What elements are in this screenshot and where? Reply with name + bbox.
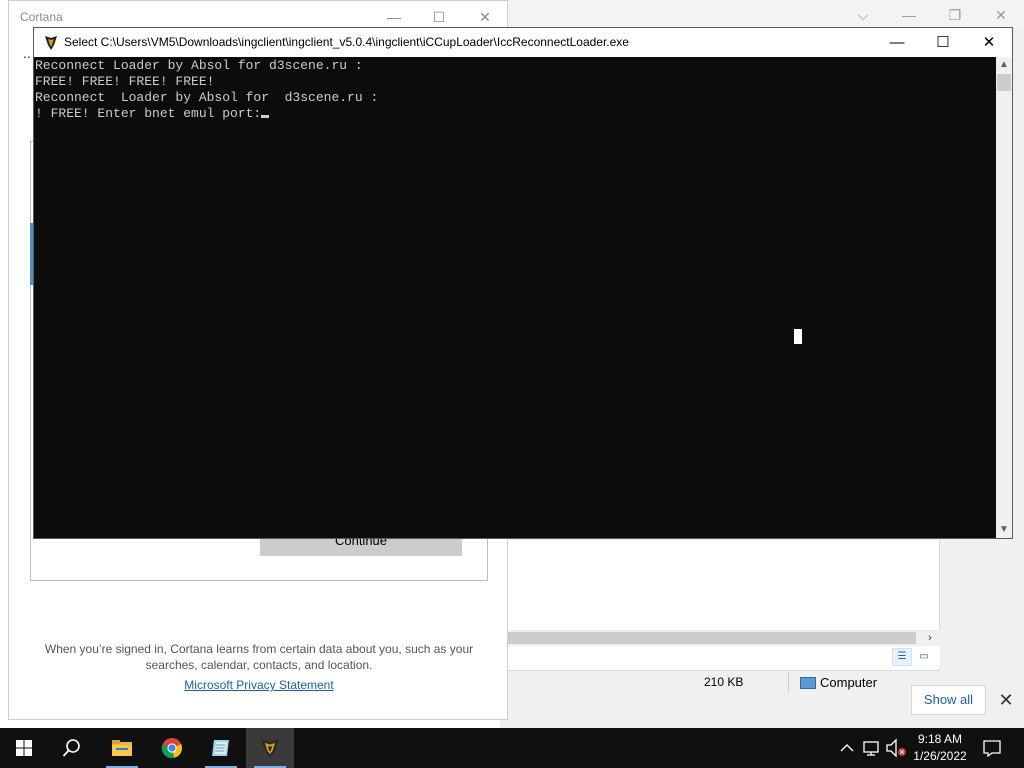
background-titlebar: ⌵ — ❐ ✕ [500,0,1024,30]
maximize-button[interactable]: ☐ [920,30,966,56]
taskbar: 9:18 AM 1/26/2022 [0,728,1024,768]
console-output[interactable]: Reconnect Loader by Absol for d3scene.ru… [34,57,996,538]
text-cursor [261,115,270,118]
cortana-more-icon[interactable]: .. [23,45,31,61]
tray-overflow-icon[interactable] [836,728,858,768]
scroll-up-icon[interactable]: ▲ [996,57,1012,73]
iccup-loader-icon [261,739,279,758]
horizontal-scrollbar[interactable]: › [508,630,940,646]
console-line: Reconnect Loader by Absol for d3scene.ru… [35,58,363,73]
console-window[interactable]: Select C:\Users\VM5\Downloads\ingclient\… [33,27,1013,539]
scroll-right-icon[interactable]: › [922,630,938,646]
mouse-block-cursor [794,329,802,344]
search-icon [62,739,80,757]
status-zone-label: Computer [820,675,878,690]
details-view-icon[interactable]: ☰ [892,648,912,666]
large-icons-view-icon[interactable]: ▭ [914,648,934,666]
taskbar-iccup-loader[interactable] [246,728,294,768]
status-zone: Computer [800,675,877,690]
loader-app-icon [45,36,57,50]
scrollbar-thumb[interactable] [997,74,1011,91]
volume-muted-icon[interactable] [884,728,908,768]
console-titlebar[interactable]: Select C:\Users\VM5\Downloads\ingclient\… [34,28,1012,57]
taskbar-chrome[interactable] [148,728,196,768]
chevron-down-icon[interactable]: ⌵ [840,3,886,27]
console-line-prompt: ! FREE! Enter bnet emul port: [35,106,378,122]
cortana-info-text: When you’re signed in, Cortana learns fr… [44,642,474,672]
windows-logo-icon [16,740,32,756]
minimize-button[interactable]: — [886,3,932,27]
scrollbar-thumb[interactable] [508,632,916,644]
console-title: Select C:\Users\VM5\Downloads\ingclient\… [64,35,629,49]
chrome-icon [161,738,183,759]
restore-button[interactable]: ❐ [932,3,978,27]
console-text: Reconnect Loader by Absol for d3scene.ru… [35,58,378,122]
computer-icon [800,677,816,689]
taskbar-file-explorer[interactable] [98,728,146,768]
close-button[interactable]: ✕ [966,30,1012,56]
search-button[interactable] [48,728,96,768]
cortana-title: Cortana [20,10,63,24]
clock-time: 9:18 AM [917,732,963,746]
minimize-button[interactable]: — [371,5,417,29]
action-center-icon[interactable] [980,728,1004,768]
speaker-glyph [886,738,906,758]
notepad-icon [212,740,229,756]
chevron-up-icon [840,744,854,752]
show-all-button[interactable]: Show all [911,685,986,715]
status-file-size: 210 KB [704,675,744,689]
privacy-statement-link[interactable]: Microsoft Privacy Statement [39,678,479,692]
close-button[interactable]: ✕ [462,5,508,29]
close-icon[interactable]: ✕ [996,688,1016,712]
taskbar-clock[interactable]: 9:18 AM 1/26/2022 [908,731,972,765]
folder-icon [112,740,132,756]
maximize-button[interactable]: ☐ [416,5,462,29]
minimize-button[interactable]: — [874,30,920,56]
network-icon[interactable] [860,728,884,768]
close-button[interactable]: ✕ [978,3,1024,27]
notification-glyph [983,740,1001,758]
status-bar: 210 KB Computer [508,670,940,693]
network-glyph [863,741,879,756]
status-separator [788,671,789,693]
vertical-scrollbar[interactable]: ▲ ▼ [996,57,1012,538]
view-toggle-bar: ☰ ▭ [508,646,940,668]
taskbar-notepad[interactable] [197,728,245,768]
clock-date: 1/26/2022 [913,749,967,763]
console-line: FREE! FREE! FREE! FREE! [35,74,215,89]
console-prompt-text: ! FREE! Enter bnet emul port: [35,106,262,121]
console-line: Reconnect Loader by Absol for d3scene.ru… [35,90,379,105]
scroll-down-icon[interactable]: ▼ [996,522,1012,538]
start-button[interactable] [0,728,48,768]
